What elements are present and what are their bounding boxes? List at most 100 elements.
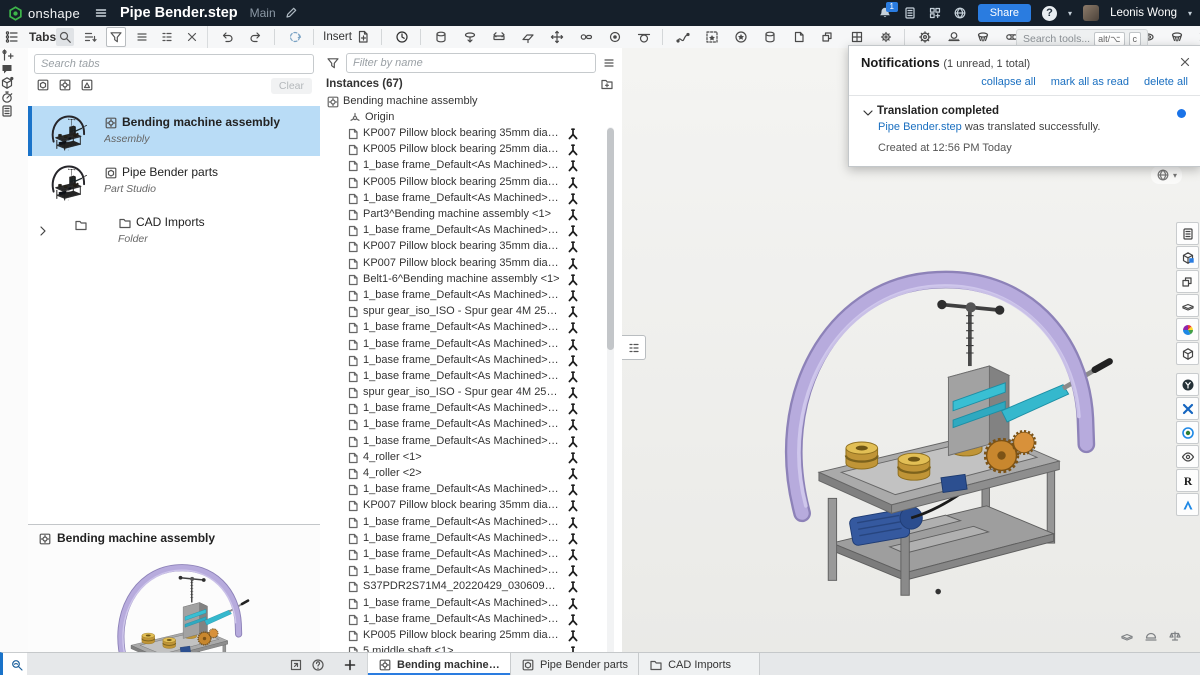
toolbar-button[interactable]: [631, 29, 653, 45]
instance-row[interactable]: spur gear_iso_ISO - Spur gear 4M 25T 20P…: [320, 384, 622, 400]
bottom-tab[interactable]: Bending machine asse...: [368, 653, 511, 675]
branch-label[interactable]: Main: [250, 6, 276, 20]
toolbar-button[interactable]: [243, 29, 265, 45]
tab-list-item[interactable]: Pipe Bender parts Part Studio: [28, 156, 320, 206]
search-everywhere-icon[interactable]: [0, 652, 30, 675]
mate-connector-icon[interactable]: [566, 580, 578, 592]
mate-connector-icon[interactable]: [566, 176, 578, 188]
clear-filter-button[interactable]: Clear: [271, 78, 312, 94]
instance-row[interactable]: Belt1-6^Bending machine assembly <1>: [320, 271, 622, 287]
viewport-tool-button[interactable]: [1176, 222, 1199, 245]
instance-row[interactable]: 1_base frame_Default<As Machined> <4>: [320, 287, 622, 303]
tab-list-item[interactable]: CAD Imports Folder: [28, 206, 320, 256]
instance-row[interactable]: 1_base frame_Default<As Machined> <3>: [320, 222, 622, 238]
chevron-down-icon[interactable]: [861, 106, 872, 117]
bottom-tab[interactable]: Pipe Bender parts: [511, 653, 639, 675]
pipe-bender-model[interactable]: [722, 228, 1132, 601]
toolbar-button[interactable]: [214, 29, 236, 45]
instance-row[interactable]: 1_base frame_Default<As Machined> <13>: [320, 514, 622, 530]
tabs-panel-close-icon[interactable]: [183, 28, 201, 46]
chevron-right-icon[interactable]: [36, 224, 48, 238]
origin-row[interactable]: Origin: [320, 109, 622, 125]
learning-center-icon[interactable]: [903, 6, 917, 20]
mate-connector-icon[interactable]: [566, 435, 578, 447]
toolbar-button[interactable]: [274, 29, 304, 45]
toolbar-button[interactable]: [420, 29, 450, 45]
strip-icon[interactable]: [0, 90, 28, 104]
mate-connector-icon[interactable]: [566, 159, 578, 171]
strip-icon[interactable]: [0, 104, 28, 118]
toolbar-button[interactable]: [815, 29, 837, 45]
viewport-tool-button[interactable]: [1176, 493, 1199, 516]
viewport-tool-button[interactable]: [1176, 342, 1199, 365]
instance-row[interactable]: KP007 Pillow block bearing 35mm diameter…: [320, 255, 622, 271]
mate-connector-icon[interactable]: [566, 338, 578, 350]
toolbar-button[interactable]: [757, 29, 779, 45]
tabs-search-icon[interactable]: [56, 28, 74, 46]
viewport-tool-button[interactable]: R: [1176, 469, 1199, 492]
instance-row[interactable]: 1_base frame_Default<As Machined> <10>: [320, 416, 622, 432]
instance-row[interactable]: KP005 Pillow block bearing 25mm diameter…: [320, 174, 622, 190]
toolbar-button[interactable]: Insert: [313, 29, 372, 45]
tabs-list-view-icon[interactable]: [133, 28, 151, 46]
instance-row[interactable]: 4_roller <2>: [320, 465, 622, 481]
tabs-sort-icon[interactable]: [81, 28, 99, 46]
mate-connector-icon[interactable]: [566, 127, 578, 139]
viewport-tool-button[interactable]: [1176, 445, 1199, 468]
toolbar-button[interactable]: [699, 29, 721, 45]
viewport-status-icon[interactable]: [1144, 629, 1158, 643]
mate-connector-icon[interactable]: [566, 597, 578, 609]
toolbar-button[interactable]: [1164, 29, 1186, 45]
user-caret-icon[interactable]: ▾: [1188, 9, 1192, 18]
tabs-filter-icon[interactable]: [106, 27, 126, 47]
notification-action-link[interactable]: mark all as read: [1051, 76, 1129, 88]
help-caret-icon[interactable]: ▾: [1068, 9, 1072, 18]
instance-row[interactable]: 1_base frame_Default<As Machined> <16>: [320, 562, 622, 578]
search-tabs-input[interactable]: [34, 54, 314, 74]
toolbar-button[interactable]: [457, 29, 479, 45]
help-button[interactable]: ?: [1042, 6, 1057, 21]
instance-row[interactable]: KP007 Pillow block bearing 35mm diameter…: [320, 238, 622, 254]
mate-connector-icon[interactable]: [566, 418, 578, 430]
toolbar-button[interactable]: [844, 29, 866, 45]
main-menu-icon[interactable]: [94, 6, 108, 20]
toolbar-button[interactable]: [573, 29, 595, 45]
instance-row[interactable]: 1_base frame_Default<As Machined> <2>: [320, 190, 622, 206]
instance-row[interactable]: KP005 Pillow block bearing 25mm diameter…: [320, 141, 622, 157]
instance-row[interactable]: 1_base frame_Default<As Machined> <11>: [320, 433, 622, 449]
instance-row[interactable]: 1_base frame_Default<As Machined> <8>: [320, 368, 622, 384]
instance-row[interactable]: KP005 Pillow block bearing 25mm diameter…: [320, 627, 622, 643]
viewport-tool-button[interactable]: [1176, 373, 1199, 396]
onshape-logo[interactable]: onshape: [8, 6, 80, 21]
instance-row[interactable]: spur gear_iso_ISO - Spur gear 4M 25T 20P…: [320, 303, 622, 319]
filter-funnel-icon[interactable]: [326, 56, 340, 70]
instance-row[interactable]: 1_base frame_Default<As Machined> <18>: [320, 611, 622, 627]
notifications-bell-icon[interactable]: 1: [878, 6, 892, 20]
toolbar-button[interactable]: [1193, 29, 1200, 45]
viewport-tool-button[interactable]: [1176, 270, 1199, 293]
tab-type-filter-icon[interactable]: [58, 78, 72, 92]
toolbar-button[interactable]: [381, 29, 411, 45]
instance-row[interactable]: 1_base frame_Default<As Machined> <6>: [320, 335, 622, 351]
mate-connector-icon[interactable]: [566, 370, 578, 382]
mate-connector-icon[interactable]: [566, 613, 578, 625]
share-button[interactable]: Share: [978, 4, 1031, 22]
user-name[interactable]: Leonis Wong: [1110, 7, 1177, 19]
scrollbar-thumb[interactable]: [607, 128, 614, 350]
mate-connector-icon[interactable]: [566, 305, 578, 317]
mate-connector-icon[interactable]: [566, 143, 578, 155]
toolbar-button[interactable]: [662, 29, 692, 45]
mate-connector-icon[interactable]: [566, 386, 578, 398]
viewport-tool-button[interactable]: [1176, 246, 1199, 269]
open-tab-manager-icon[interactable]: [289, 658, 303, 672]
mate-connector-icon[interactable]: [566, 548, 578, 560]
unread-dot[interactable]: [1177, 109, 1186, 118]
instance-row[interactable]: Part3^Bending machine assembly <1>: [320, 206, 622, 222]
avatar[interactable]: [1083, 5, 1099, 21]
mate-connector-icon[interactable]: [566, 354, 578, 366]
view-options-button[interactable]: ▾: [1151, 166, 1182, 184]
mate-connector-icon[interactable]: [566, 532, 578, 544]
notification-action-link[interactable]: delete all: [1144, 76, 1188, 88]
viewport-tool-button[interactable]: [1176, 397, 1199, 420]
mate-connector-icon[interactable]: [566, 564, 578, 576]
